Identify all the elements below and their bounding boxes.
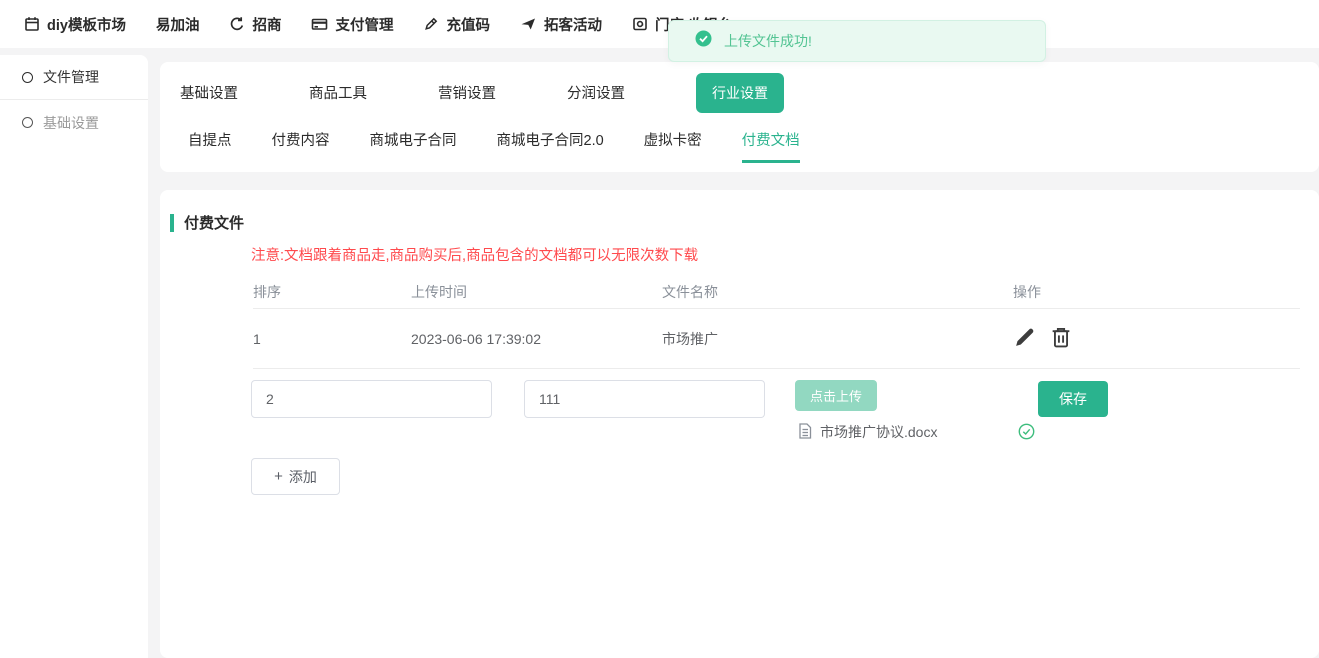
save-button[interactable]: 保存 [1038,381,1108,417]
add-button[interactable]: + 添加 [251,458,340,495]
table-header-row: 排序 上传时间 文件名称 操作 [160,276,1300,308]
document-icon [798,423,812,442]
circle-icon [22,72,33,83]
top-nav: diy模板市场 易加油 招商 支付管理 充值码 拓客活动 门店-收银台 [0,0,1319,48]
nav-item-diy-template-market[interactable]: diy模板市场 [24,14,126,35]
warning-note: 注意:文档跟着商品走,商品购买后,商品包含的文档都可以无限次数下载 [251,244,698,265]
column-header-actions: 操作 [1013,282,1300,302]
table-divider [253,368,1300,369]
tab-basic-settings[interactable]: 基础设置 [180,82,238,103]
tab-industry-settings[interactable]: 行业设置 [696,73,784,113]
table-row: 1 2023-06-06 17:39:02 市场推广 [160,309,1300,368]
circle-icon [22,117,33,128]
tabs-card: 基础设置 商品工具 营销设置 分润设置 行业设置 自提点 付费内容 商城电子合同… [160,62,1319,172]
cell-upload-time: 2023-06-06 17:39:02 [411,331,662,347]
subtab-paid-documents[interactable]: 付费文档 [742,129,800,163]
sub-tabs: 自提点 付费内容 商城电子合同 商城电子合同2.0 虚拟卡密 付费文档 [160,111,1319,163]
nav-item-zhaoshang[interactable]: 招商 [229,14,281,35]
content-card: 付费文件 注意:文档跟着商品走,商品购买后,商品包含的文档都可以无限次数下载 排… [160,190,1319,658]
subtab-pickup-point[interactable]: 自提点 [188,129,232,163]
nav-item-label: 拓客活动 [544,14,602,35]
upload-success-check-icon [1018,423,1035,445]
column-header-sort: 排序 [253,282,411,302]
nav-item-label: 易加油 [156,14,200,35]
subtab-mall-econtract[interactable]: 商城电子合同 [370,129,457,163]
pen-icon [423,16,439,32]
card-icon [311,16,328,32]
nav-item-customer-activity[interactable]: 拓客活动 [520,14,602,35]
sidebar-item-basic-settings[interactable]: 基础设置 [0,100,148,145]
nav-item-recharge-code[interactable]: 充值码 [423,14,490,35]
recycle-icon [229,16,245,32]
subtab-paid-content[interactable]: 付费内容 [272,129,330,163]
add-button-label: 添加 [289,467,317,487]
nav-item-label: 招商 [252,14,281,35]
cell-sort: 1 [253,331,411,347]
section-accent-bar [170,214,174,232]
success-check-icon [695,30,712,52]
cell-file-name: 市场推广 [662,329,1013,349]
storefront-icon [632,16,648,32]
tab-product-tools[interactable]: 商品工具 [309,82,367,103]
sidebar: 文件管理 基础设置 [0,55,148,658]
subtab-mall-econtract-2[interactable]: 商城电子合同2.0 [497,129,604,163]
upload-button[interactable]: 点击上传 [795,380,877,411]
delete-icon[interactable] [1050,326,1072,352]
megaphone-icon [520,16,537,32]
tab-profit-settings[interactable]: 分润设置 [567,82,625,103]
sort-input[interactable] [251,380,492,418]
section-title: 付费文件 [184,212,244,233]
upload-success-toast: 上传文件成功! [668,20,1046,62]
subtab-virtual-card[interactable]: 虚拟卡密 [644,129,702,163]
uploaded-file-name: 市场推广协议.docx [820,422,937,442]
row-actions [1013,326,1300,352]
sidebar-item-file-management[interactable]: 文件管理 [0,55,148,100]
sidebar-item-label: 基础设置 [43,113,99,133]
main-tabs: 基础设置 商品工具 营销设置 分润设置 行业设置 [160,62,1319,111]
edit-icon[interactable] [1013,326,1036,352]
nav-item-label: diy模板市场 [47,14,126,35]
nav-item-payment-management[interactable]: 支付管理 [311,14,393,35]
tab-marketing-settings[interactable]: 营销设置 [438,82,496,103]
column-header-file-name: 文件名称 [662,282,1013,302]
nav-item-yijiayou[interactable]: 易加油 [156,14,200,35]
file-name-input[interactable] [524,380,765,418]
plus-icon: + [274,468,283,485]
section-header: 付费文件 [170,212,244,233]
nav-item-label: 支付管理 [335,14,393,35]
nav-item-label: 充值码 [446,14,490,35]
toast-message: 上传文件成功! [724,31,812,51]
column-header-upload-time: 上传时间 [411,282,662,302]
calendar-icon [24,16,40,32]
sidebar-item-label: 文件管理 [43,67,99,87]
